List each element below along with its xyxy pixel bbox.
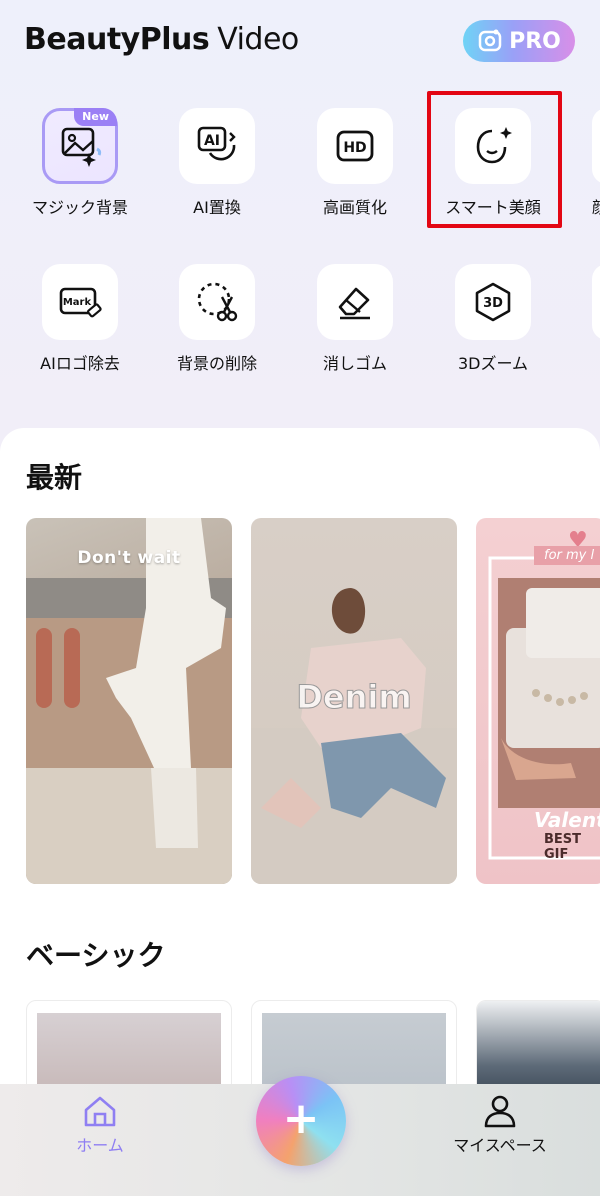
tool-tile: New <box>42 108 118 184</box>
section-title-latest: 最新 <box>26 461 83 494</box>
ai-icon-text: AI <box>204 133 220 149</box>
hd-icon-text: HD <box>343 140 366 156</box>
card-caption: Denim <box>296 678 412 717</box>
tool-label-partial: 顔 <box>592 194 600 218</box>
tool-tile <box>317 264 393 340</box>
tool-remove-background[interactable]: 背景の削除 <box>148 264 286 374</box>
tool-label: 3Dズーム <box>457 354 529 373</box>
tool-label: 背景の削除 <box>176 354 257 373</box>
tool-label: 消しゴム <box>322 354 387 373</box>
app-header: BeautyPlus Video PRO <box>0 0 600 90</box>
card-caption-bottom: BEST GIF <box>544 832 582 862</box>
tool-tile <box>179 264 255 340</box>
ai-replace-icon: AI <box>197 126 236 161</box>
tool-ai-logo-remove[interactable]: Mark AIロゴ除去 <box>11 264 149 374</box>
nav-home-label: ホーム <box>76 1136 124 1155</box>
tool-3d-zoom[interactable]: 3D 3Dズーム <box>424 264 562 374</box>
tool-tile: HD <box>317 108 393 184</box>
mark-eraser-icon: Mark <box>59 287 102 318</box>
tool-label: AI置換 <box>193 198 241 217</box>
cut-scissors-icon <box>197 282 238 322</box>
user-icon <box>484 1095 516 1128</box>
template-card[interactable]: Denim <box>251 518 457 884</box>
template-card[interactable]: Don't wait <box>26 518 232 884</box>
tool-ai-replace[interactable]: AI AI置換 <box>148 108 286 218</box>
tool-tile: 3D <box>455 264 531 340</box>
create-button[interactable]: + <box>256 1076 346 1166</box>
highlight-frame <box>427 91 562 228</box>
brand-name: BeautyPlus <box>24 22 210 57</box>
eraser-icon <box>338 287 370 320</box>
tool-eraser[interactable]: 消しゴム <box>286 264 424 374</box>
card-photo <box>26 518 232 884</box>
home-icon <box>84 1096 116 1127</box>
tool-label: AIロゴ除去 <box>40 354 120 373</box>
tool-label: 高画質化 <box>322 198 387 217</box>
app-brand: BeautyPlus Video <box>24 22 299 57</box>
pro-label: PRO <box>509 28 561 54</box>
nav-my-space-label: マイスペース <box>453 1136 547 1155</box>
magic-image-icon <box>61 127 102 167</box>
nav-my-space[interactable]: マイスペース <box>440 1094 560 1156</box>
tool-tile: AI <box>179 108 255 184</box>
mark-icon-text: Mark <box>63 297 92 308</box>
3d-cube-icon: 3D <box>475 282 511 322</box>
card-caption-top: for my l <box>534 546 600 565</box>
tool-face-partial[interactable] <box>592 108 600 184</box>
tool-tile: Mark <box>42 264 118 340</box>
plus-icon: + <box>282 1093 320 1144</box>
pro-button[interactable]: PRO <box>463 20 575 62</box>
section-title-basic: ベーシック <box>26 939 166 972</box>
card-caption-mid: Valentin <box>534 808 600 832</box>
tool-hd-enhance[interactable]: HD 高画質化 <box>286 108 424 218</box>
tool-partial-row2[interactable] <box>592 264 600 340</box>
tool-label: マジック背景 <box>31 198 128 217</box>
3d-icon-text: 3D <box>483 296 503 311</box>
card-caption: Don't wait <box>77 548 181 568</box>
new-badge: New <box>74 108 117 126</box>
hd-icon: HD <box>336 130 374 162</box>
pro-crown-icon <box>478 29 502 52</box>
tool-magic-background[interactable]: New マジック背景 <box>11 108 149 218</box>
nav-home[interactable]: ホーム <box>60 1094 140 1156</box>
brand-sub: Video <box>217 22 299 57</box>
template-card[interactable]: ♥ for my l Valentin BEST GIF <box>476 518 600 884</box>
